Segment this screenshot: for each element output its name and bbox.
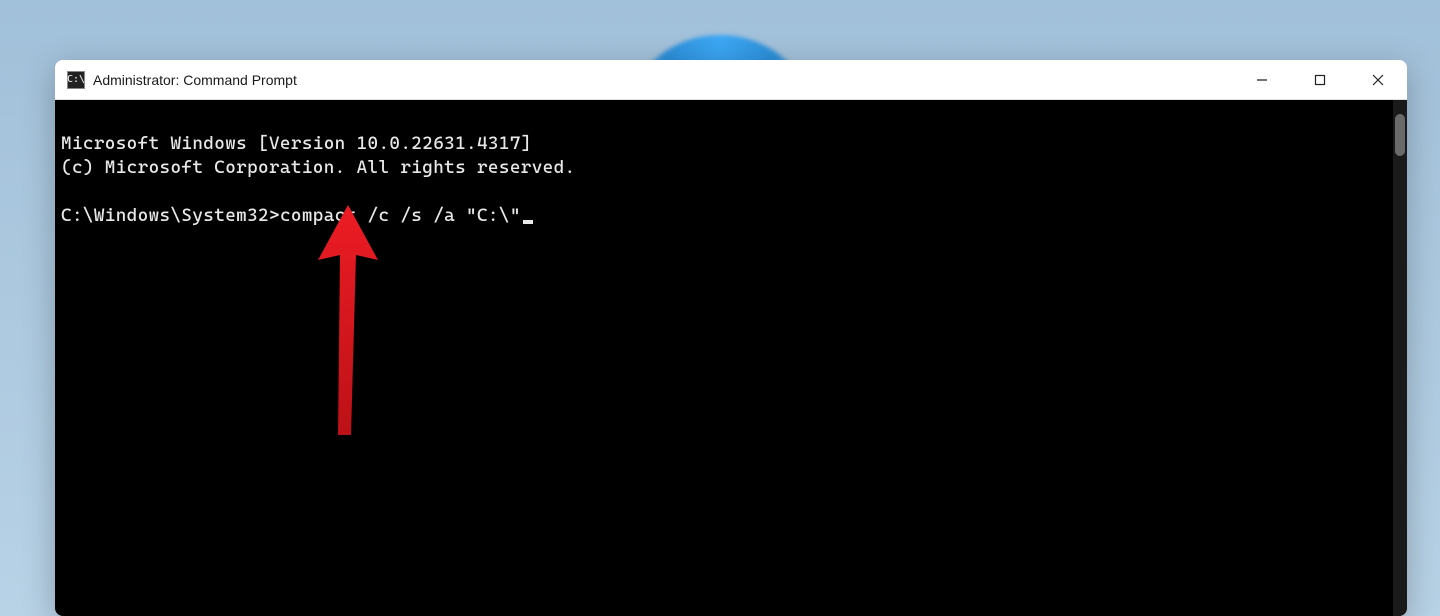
minimize-icon [1256, 74, 1268, 86]
command-prompt-window: C:\ Administrator: Command Prompt [55, 60, 1407, 616]
app-icon: C:\ [67, 71, 85, 89]
terminal-line-copyright: (c) Microsoft Corporation. All rights re… [61, 157, 576, 178]
app-icon-glyph: C:\ [67, 74, 85, 85]
terminal-command: compact /c /s /a "C:\" [280, 204, 521, 228]
terminal-prompt: C:\Windows\System32> [61, 204, 280, 228]
close-icon [1372, 74, 1384, 86]
terminal-cursor [523, 220, 533, 224]
terminal-content: Microsoft Windows [Version 10.0.22631.43… [55, 100, 1407, 284]
maximize-icon [1314, 74, 1326, 86]
minimize-button[interactable] [1233, 60, 1291, 99]
close-button[interactable] [1349, 60, 1407, 99]
terminal-prompt-line: C:\Windows\System32>compact /c /s /a "C:… [61, 204, 1401, 228]
titlebar-left: C:\ Administrator: Command Prompt [55, 71, 297, 89]
scrollbar-track[interactable] [1393, 100, 1407, 616]
window-title: Administrator: Command Prompt [93, 72, 297, 88]
terminal-area[interactable]: Microsoft Windows [Version 10.0.22631.43… [55, 100, 1407, 616]
terminal-line-version: Microsoft Windows [Version 10.0.22631.43… [61, 133, 532, 154]
maximize-button[interactable] [1291, 60, 1349, 99]
titlebar: C:\ Administrator: Command Prompt [55, 60, 1407, 100]
scrollbar-thumb[interactable] [1395, 114, 1405, 156]
window-controls [1233, 60, 1407, 99]
